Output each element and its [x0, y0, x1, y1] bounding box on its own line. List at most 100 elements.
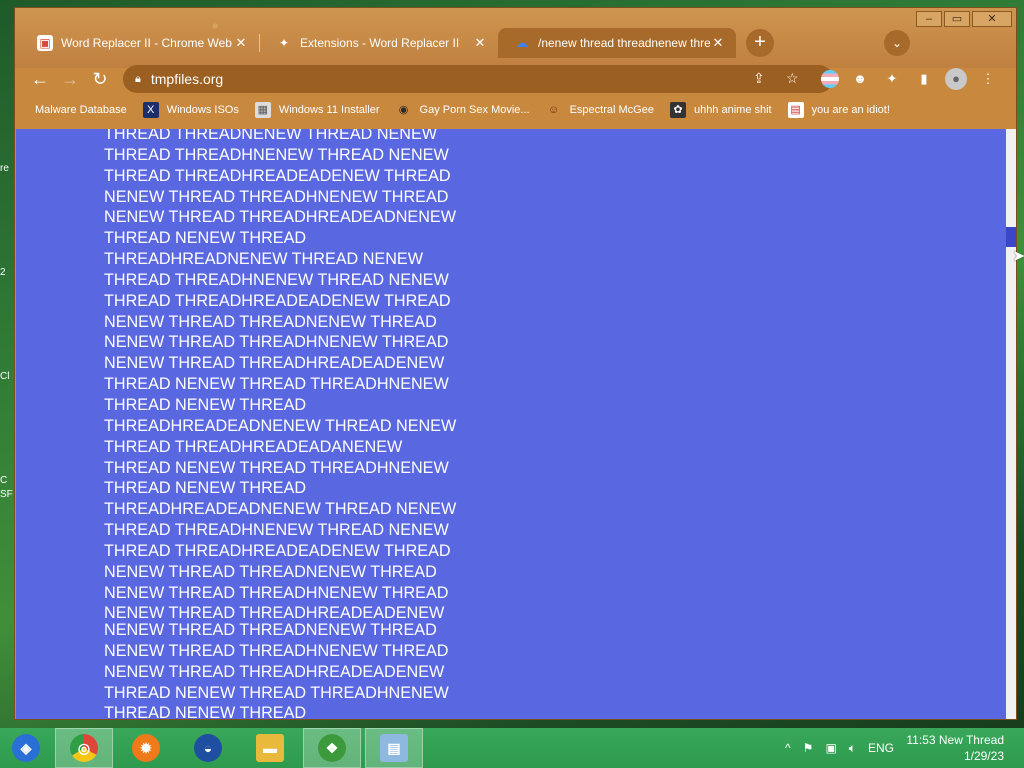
- forward-button[interactable]: →: [55, 64, 85, 94]
- tab-label: Extensions - Word Replacer II: [300, 36, 460, 50]
- tab-search-button[interactable]: ⌄: [884, 30, 910, 56]
- thread-text-line: THREAD THREADHNENEW THREAD NENEW: [104, 521, 449, 540]
- flag-bookmark-icon: ▤: [787, 102, 804, 118]
- bookmark-star-icon[interactable]: ☆: [786, 70, 799, 87]
- firefox-taskbar-button[interactable]: ✹: [117, 728, 175, 768]
- thread-text-line: THREAD THREADHNENEW THREAD NENEW: [104, 270, 449, 289]
- bookmark-label: Windows 11 Installer: [278, 104, 380, 116]
- close-tab-icon[interactable]: ✕: [472, 35, 488, 51]
- chrome-taskbar-button[interactable]: ◎: [55, 728, 113, 768]
- menu-kebab-icon[interactable]: ⋮: [977, 68, 999, 90]
- windows-logo-icon: ◈: [12, 734, 40, 762]
- start-button[interactable]: ◈: [0, 728, 52, 768]
- title-bar[interactable]: – ▭ ✕ ▣ Word Replacer II - Chrome Web ✕ …: [15, 8, 1016, 68]
- site-icon: ◉: [398, 104, 409, 116]
- chevron-down-icon: ⌄: [891, 36, 903, 50]
- thread-text-line: THREAD NENEW THREAD: [104, 479, 307, 498]
- notepad-taskbar-button[interactable]: ▤: [365, 728, 423, 768]
- tab-thread-file[interactable]: ☁ /nenew thread threadnenew thre ✕: [498, 28, 736, 58]
- thread-text-line: THREAD THREADHREADEADANENEW: [104, 437, 403, 456]
- show-hidden-icons-chevron[interactable]: ^: [785, 741, 791, 755]
- maximize-button[interactable]: ▭: [944, 11, 970, 27]
- thread-text-line: THREAD NENEW THREAD THREADHNENEW: [104, 375, 449, 394]
- close-window-button[interactable]: ✕: [972, 11, 1012, 27]
- bookmark-you-are-an-idiot[interactable]: ▤ you are an idiot!: [787, 102, 890, 118]
- clock-time: 11:53 New Thread: [906, 733, 1004, 747]
- tab-extensions[interactable]: ✦ Extensions - Word Replacer II ✕: [260, 28, 498, 58]
- url-text[interactable]: tmpfiles.org: [151, 71, 223, 87]
- new-tab-button[interactable]: +: [746, 29, 774, 57]
- bookmark-label: you are an idiot!: [811, 104, 890, 116]
- toolbar: ← → ↻ 🔒︎ tmpfiles.org ⇪ ☆ ☻ ✦ ▮ ● ⋮: [15, 64, 1016, 94]
- reload-button[interactable]: ↻: [85, 64, 115, 94]
- thread-text-line: NENEW THREAD THREADHREADEADNENEW: [104, 208, 456, 227]
- bookmark-gay-porn-sex-movie[interactable]: ◉ Gay Porn Sex Movie...: [396, 102, 530, 118]
- page-content: THREAD THREADNENEW THREAD NENEW THREAD TH…: [16, 129, 1006, 719]
- network-icon[interactable]: ▣: [825, 741, 836, 755]
- thread-text-line: NENEW THREAD THREADNENEW THREAD: [104, 562, 437, 581]
- tab-word-replacer-store[interactable]: ▣ Word Replacer II - Chrome Web ✕: [21, 28, 259, 58]
- profile-extension-icon[interactable]: ☻: [849, 68, 871, 90]
- profile-avatar-icon[interactable]: ●: [945, 68, 967, 90]
- chrome-icon: ◎: [70, 734, 98, 762]
- desktop-icon-label: C: [0, 475, 8, 486]
- pride-flag-extension-icon[interactable]: [821, 70, 839, 88]
- flag-icon[interactable]: ⚑: [803, 741, 814, 755]
- bookmark-label: Gay Porn Sex Movie...: [419, 104, 530, 116]
- bookmark-espectral-mcgee[interactable]: ☺ Espectral McGee: [546, 102, 654, 118]
- language-indicator[interactable]: ENG: [868, 741, 894, 755]
- anime-icon: ✿: [669, 102, 686, 118]
- scrollbar-thumb[interactable]: [1006, 227, 1016, 247]
- close-tab-icon[interactable]: ✕: [710, 35, 726, 51]
- bookmark-malware-database[interactable]: Malware Database: [35, 104, 127, 116]
- lock-icon[interactable]: 🔒︎: [135, 73, 141, 86]
- app-taskbar-button[interactable]: ❖: [303, 728, 361, 768]
- thread-text-line: NENEW THREAD THREADHNENEW THREAD: [104, 333, 449, 352]
- thread-text-block: THREAD THREADNENEW THREAD NENEW THREAD TH…: [104, 129, 464, 624]
- thread-text-line: NENEW THREAD THREADNENEW THREAD: [104, 621, 437, 639]
- thread-text-line: THREADHREADNENEW THREAD NENEW: [104, 250, 423, 269]
- bookmark-uhhh-anime[interactable]: ✿ uhhh anime shit: [669, 102, 772, 118]
- window-controls: – ▭ ✕: [916, 11, 1012, 27]
- thread-text-line: NENEW THREAD THREADHREADEADENEW: [104, 662, 445, 681]
- puzzle-icon: ✦: [278, 36, 290, 50]
- thread-text-line: NENEW THREAD THREADHREADEADENEW: [104, 354, 445, 373]
- thread-text-line: NENEW THREAD THREADHNENEW THREAD: [104, 583, 449, 602]
- tab-strip: ▣ Word Replacer II - Chrome Web ✕ ✦ Exte…: [21, 28, 774, 58]
- bookmark-windows-11-installer[interactable]: ▦ Windows 11 Installer: [254, 102, 380, 118]
- thread-text-line: NENEW THREAD THREADHNENEW THREAD: [104, 187, 449, 206]
- thread-text-block-overlay: NENEW THREAD THREADNENEW THREAD NENEW THR…: [104, 620, 464, 719]
- thread-text-line: THREAD NENEW THREAD: [104, 229, 307, 248]
- volume-icon[interactable]: 🔈︎: [849, 741, 856, 756]
- x-logo-icon: X: [142, 102, 159, 118]
- chrome-web-store-icon: ▣: [37, 35, 53, 51]
- cloud-icon: ☁: [516, 36, 528, 50]
- thread-text-line: THREAD NENEW THREAD THREADHNENEW: [104, 683, 449, 702]
- thread-text-line: NENEW THREAD THREADHNENEW THREAD: [104, 641, 449, 660]
- minimize-button[interactable]: –: [916, 11, 942, 27]
- desktop-icon-label: re: [0, 163, 9, 174]
- share-icon[interactable]: ⇪: [753, 70, 765, 87]
- obama-taskbar-button[interactable]: ◒: [179, 728, 237, 768]
- bookmark-windows-isos[interactable]: X Windows ISOs: [142, 102, 239, 118]
- extensions-area: ☻ ✦ ▮ ● ⋮: [821, 64, 999, 94]
- thread-text-line: THREAD NENEW THREAD: [104, 395, 307, 414]
- desktop-icon-label: 2: [0, 267, 6, 278]
- extensions-puzzle-icon[interactable]: ✦: [881, 68, 903, 90]
- firefox-icon: ✹: [132, 734, 160, 762]
- scrollbar[interactable]: [1006, 129, 1016, 719]
- folder-icon: ▬: [256, 734, 284, 762]
- browser-window: – ▭ ✕ ▣ Word Replacer II - Chrome Web ✕ …: [14, 7, 1017, 720]
- tab-label: Word Replacer II - Chrome Web: [61, 36, 232, 50]
- close-tab-icon[interactable]: ✕: [233, 35, 249, 51]
- back-button[interactable]: ←: [25, 64, 55, 94]
- side-panel-icon[interactable]: ▮: [913, 68, 935, 90]
- mouse-cursor-icon: ➤: [1012, 248, 1024, 265]
- bookmark-label: Malware Database: [35, 104, 127, 116]
- taskbar: ◈ ◎ ✹ ◒ ▬ ❖ ▤ ^ ⚑ ▣ 🔈︎ ENG 11:53 New Thr…: [0, 728, 1024, 768]
- green-app-icon: ❖: [318, 734, 346, 762]
- thread-text-line: THREAD THREADHREADEADENEW THREAD: [104, 166, 451, 185]
- address-bar[interactable]: 🔒︎ tmpfiles.org ⇪ ☆: [123, 65, 833, 93]
- file-explorer-taskbar-button[interactable]: ▬: [241, 728, 299, 768]
- clock[interactable]: 11:53 New Thread 1/29/23: [894, 732, 1004, 764]
